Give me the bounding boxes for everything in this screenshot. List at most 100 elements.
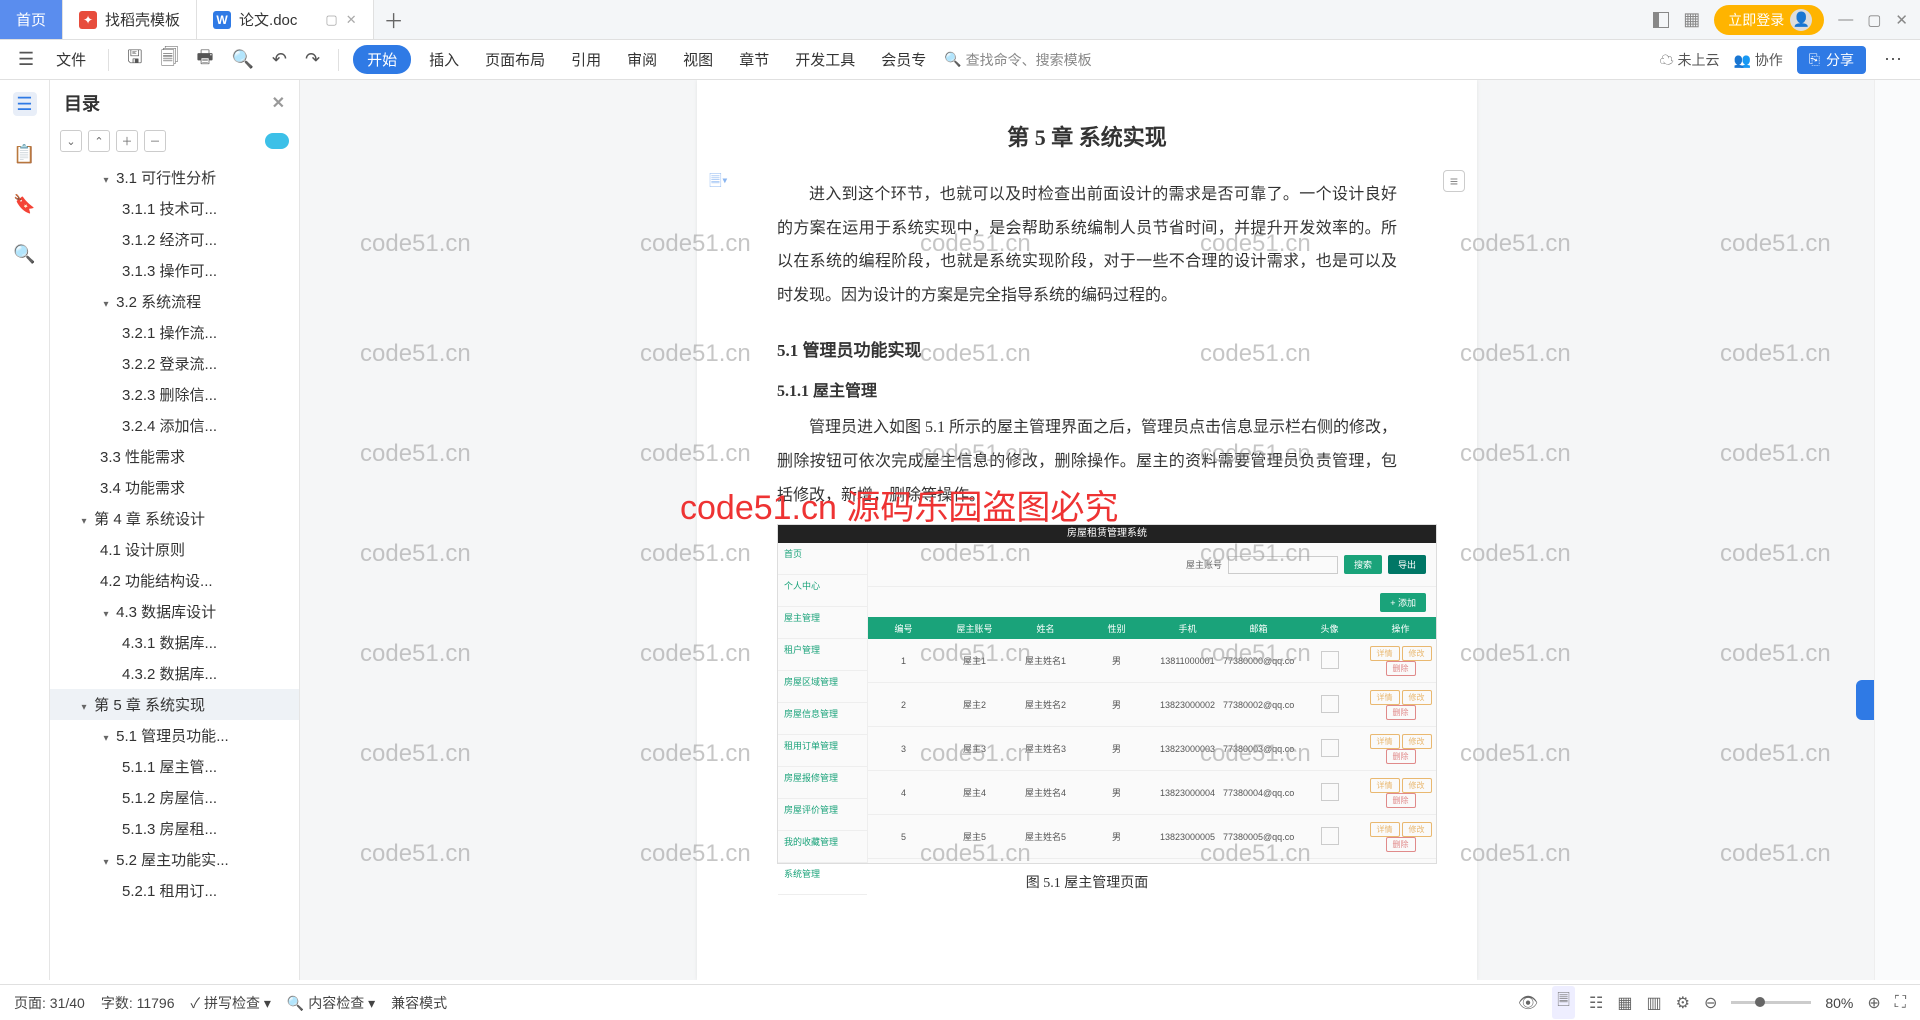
outline-collapse-all-icon[interactable]: ⌄ [60,130,82,152]
ribbon-tab-section[interactable]: 章节 [731,45,777,74]
fullscreen-icon[interactable]: ⛶ [1895,994,1906,1012]
outline-item[interactable]: 4.1 设计原则 [50,534,299,565]
bookmark-icon[interactable]: 🔖 [13,192,37,216]
outline-item[interactable]: ▾ 第 4 章 系统设计 [50,503,299,534]
ribbon-tab-devtools[interactable]: 开发工具 [787,45,863,74]
ribbon-tab-review[interactable]: 审阅 [619,45,665,74]
outline-item[interactable]: 3.1.1 技术可... [50,193,299,224]
outline-item[interactable]: 5.1.3 房屋租... [50,813,299,844]
cloud-status[interactable]: ☁ 未上云 [1660,50,1720,70]
outline-add-icon[interactable]: ＋ [116,130,138,152]
outline-item[interactable]: ▾ 5.1 管理员功能... [50,720,299,751]
popout-icon[interactable]: ▢ [325,12,337,28]
docer-icon: ✦ [79,11,97,29]
outline-item[interactable]: 3.1.2 经济可... [50,224,299,255]
outline-item[interactable]: ▾ 5.2 屋主功能实... [50,844,299,875]
side-float-tab[interactable] [1856,680,1874,720]
undo-icon[interactable]: ↶ [268,47,291,72]
outline-sync-badge[interactable] [265,133,289,149]
tab-template[interactable]: ✦找稻壳模板 [63,0,197,39]
settings-icon[interactable]: ⚙ [1676,993,1690,1013]
ribbon-collapse-icon[interactable]: ⋯ [1880,47,1906,72]
content-check[interactable]: 🔍 内容检查 ▾ [287,993,375,1013]
readmode-icon[interactable]: 🗏 [1552,986,1575,1019]
outline-item[interactable]: 4.3.2 数据库... [50,658,299,689]
outline-pane-icon[interactable]: ☰ [13,92,37,116]
ribbon-tab-insert[interactable]: 插入 [421,45,467,74]
command-search[interactable]: 🔍 查找命令、搜索模板 [944,50,1091,70]
maximize-icon[interactable]: ▢ [1867,11,1881,29]
redo-icon[interactable]: ↷ [301,47,324,72]
outline-item[interactable]: 4.3.1 数据库... [50,627,299,658]
ribbon-tab-start[interactable]: 开始 [353,45,411,74]
outline-item[interactable]: 5.1.2 房屋信... [50,782,299,813]
close-window-icon[interactable]: ✕ [1895,11,1908,29]
outline-item[interactable]: 3.4 功能需求 [50,472,299,503]
ribbon-tab-layout[interactable]: 页面布局 [477,45,553,74]
outline-remove-icon[interactable]: － [144,130,166,152]
zoom-slider[interactable] [1731,1001,1811,1004]
zoom-in-icon[interactable]: ⊕ [1867,993,1880,1013]
minimize-icon[interactable]: — [1838,11,1853,28]
preview-icon[interactable]: 🔍 [227,47,257,72]
menu-icon[interactable]: ☰ [14,47,38,72]
search-pane-icon[interactable]: 🔍 [13,242,37,266]
zoom-level[interactable]: 80% [1825,995,1853,1011]
outline-item[interactable]: ▾ 3.1 可行性分析 [50,162,299,193]
watermark: code51.cn [360,440,471,468]
login-button[interactable]: 立即登录👤 [1714,5,1824,35]
page-header-icon[interactable]: 🗏▾ [709,170,728,197]
outline-item[interactable]: 3.2.4 添加信... [50,410,299,441]
spellcheck-toggle[interactable]: ✓ 拼写检查 ▾ [191,993,271,1013]
document-page: 🗏▾ ≡ 第 5 章 系统实现 进入到这个环节，也就可以及时检查出前面设计的需求… [697,80,1477,980]
outline-item[interactable]: 5.1.1 屋主管... [50,751,299,782]
page-settings-icon[interactable]: ≡ [1443,170,1465,192]
close-outline-icon[interactable]: ✕ [272,93,285,113]
page-indicator[interactable]: 页面: 31/40 [14,993,85,1013]
tab-document[interactable]: W 论文.doc ▢ ✕ [197,0,374,39]
save-icon[interactable]: 🖫 [123,43,146,77]
ribbon-tab-references[interactable]: 引用 [563,45,609,74]
outline-item[interactable]: 5.2.1 租用订... [50,875,299,906]
apps-icon[interactable]: ▦ [1683,9,1700,30]
outline-item[interactable]: 3.1.3 操作可... [50,255,299,286]
watermark: code51.cn [1720,340,1831,368]
tab-home[interactable]: 首页 [0,0,63,39]
tab-home-label: 首页 [16,9,46,30]
outline-item[interactable]: 3.2.2 登录流... [50,348,299,379]
outline-item[interactable]: 3.2.3 删除信... [50,379,299,410]
app-tabbar: 首页 ✦找稻壳模板 W 论文.doc ▢ ✕ ＋ ▦ 立即登录👤 — ▢ ✕ [0,0,1920,40]
layout-icon[interactable] [1653,12,1669,28]
outline-item[interactable]: ▾ 4.3 数据库设计 [50,596,299,627]
shot-filter-input [1228,556,1338,574]
clipboard-icon[interactable]: 📋 [13,142,37,166]
new-tab-button[interactable]: ＋ [374,0,414,39]
word-count[interactable]: 字数: 11796 [101,993,175,1013]
outline-expand-all-icon[interactable]: ⌃ [88,130,110,152]
print-view-icon[interactable]: ▥ [1646,993,1661,1013]
collab-button[interactable]: 👥 协作 [1733,50,1782,70]
eye-icon[interactable]: 👁 [1518,993,1538,1013]
file-menu[interactable]: 文件 [48,45,94,74]
ribbon-tab-member[interactable]: 会员专 [873,45,934,74]
shot-header: 房屋租赁管理系统 [778,525,1436,543]
web-view-icon[interactable]: ▦ [1617,993,1632,1013]
close-tab-icon[interactable]: ✕ [346,12,357,28]
outline-view-icon[interactable]: ☷ [1589,993,1603,1013]
outline-item[interactable]: 3.3 性能需求 [50,441,299,472]
share-button[interactable]: ⎘ 分享 [1797,46,1866,74]
left-iconstrip: ☰ 📋 🔖 🔍 [0,80,50,980]
avatar-icon: 👤 [1790,9,1812,31]
outline-item[interactable]: ▾ 第 5 章 系统实现 [50,689,299,720]
saveas-icon[interactable]: 🗐 [157,43,183,77]
shot-main: 屋主账号 搜索 导出 + 添加 编号屋主账号姓名性别手机邮箱头像操作 1屋主1屋… [868,543,1436,863]
tab-document-label: 论文.doc [239,9,297,30]
compat-mode[interactable]: 兼容模式 [391,993,447,1013]
figure-caption: 图 5.1 屋主管理页面 [777,872,1397,892]
zoom-out-icon[interactable]: ⊖ [1704,993,1717,1013]
ribbon-tab-view[interactable]: 视图 [675,45,721,74]
outline-item[interactable]: ▾ 3.2 系统流程 [50,286,299,317]
outline-item[interactable]: 4.2 功能结构设... [50,565,299,596]
print-icon[interactable]: 🖶 [192,43,217,77]
outline-item[interactable]: 3.2.1 操作流... [50,317,299,348]
